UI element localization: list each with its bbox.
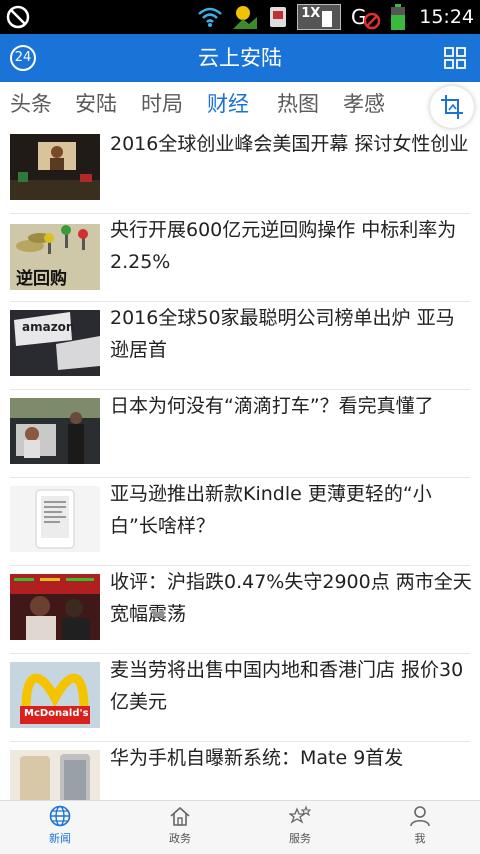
category-tabs: 头条 安陆 时局 财经 热图 孝感 — [0, 82, 480, 126]
news-title: 央行开展600亿元逆回购操作 中标利率为2.25% — [110, 219, 457, 273]
app-header: 24 云上安陆 — [0, 34, 480, 82]
sim-indicator: 1X — [297, 4, 342, 30]
tab-headlines[interactable]: 头条 — [10, 88, 52, 118]
news-item[interactable]: 亚马逊推出新款Kindle 更薄更轻的“小白”长啥样？ — [10, 478, 470, 565]
user-icon — [410, 806, 430, 827]
tab-xiaogan[interactable]: 孝感 — [343, 88, 385, 118]
globe-icon — [49, 805, 71, 827]
amazon-logo: amazon — [10, 310, 100, 376]
tab-anlu[interactable]: 安陆 — [75, 88, 117, 118]
tab-current-affairs[interactable]: 时局 — [141, 88, 183, 118]
coins-icon: 逆回购 — [10, 224, 100, 290]
stars-icon — [289, 805, 311, 824]
news-title: 收评：沪指跌0.47%失守2900点 两市全天宽幅震荡 — [110, 571, 472, 625]
news-list: 2016全球创业峰会美国开幕 探讨女性创业 逆回购 央行开展600亿元逆回购操作… — [0, 126, 480, 800]
gps-off-icon: G — [351, 5, 381, 30]
news-item[interactable]: McDonald's 麦当劳将出售中国内地和香港门店 报价30亿美元 — [10, 654, 470, 741]
trader-icon — [10, 574, 100, 640]
bottom-nav: 新闻 政务 服务 我 — [0, 800, 480, 854]
phone-icon — [10, 750, 100, 800]
news-title: 2016全球创业峰会美国开幕 探讨女性创业 — [110, 133, 469, 155]
news-title: 麦当劳将出售中国内地和香港门店 报价30亿美元 — [110, 659, 464, 713]
nav-services[interactable]: 服务 — [260, 805, 340, 846]
news-title: 华为手机自曝新系统：Mate 9首发 — [110, 747, 404, 769]
nav-label: 新闻 — [49, 832, 71, 845]
news-item[interactable]: 华为手机自曝新系统：Mate 9首发 — [10, 742, 470, 800]
thumb-caption: 逆回购 — [16, 269, 67, 289]
nav-me[interactable]: 我 — [380, 805, 460, 846]
wifi-icon — [198, 7, 223, 27]
news-title: 亚马逊推出新款Kindle 更薄更轻的“小白”长啥样？ — [110, 483, 432, 537]
mcdonalds-logo: McDonald's — [10, 662, 100, 728]
news-item[interactable]: amazon 2016全球50家最聪明公司榜单出炉 亚马逊居首 — [10, 302, 470, 389]
channel-edit-button[interactable] — [430, 86, 474, 128]
status-bar: 1X G 15:24 — [0, 0, 480, 34]
thumb-caption: amazon — [22, 320, 75, 334]
news-item[interactable]: 收评：沪指跌0.47%失守2900点 两市全天宽幅震荡 — [10, 566, 472, 653]
news-title: 日本为何没有“滴滴打车”？看完真懂了 — [110, 395, 434, 417]
news-title: 2016全球50家最聪明公司榜单出炉 亚马逊居首 — [110, 307, 455, 361]
weather-icon — [233, 6, 258, 29]
tab-hot-pictures[interactable]: 热图 — [277, 88, 319, 118]
grid-menu-icon[interactable] — [444, 47, 466, 69]
car-icon — [10, 398, 100, 464]
svg-text:G: G — [351, 5, 367, 29]
page-title: 云上安陆 — [198, 46, 282, 70]
sim-label: 1X — [301, 6, 321, 21]
nav-government[interactable]: 政务 — [140, 805, 220, 846]
news-item[interactable]: 2016全球创业峰会美国开幕 探讨女性创业 — [10, 126, 470, 213]
nav-news[interactable]: 新闻 — [20, 805, 100, 846]
news-item[interactable]: 日本为何没有“滴滴打车”？看完真懂了 — [10, 390, 470, 477]
home-icon — [170, 806, 190, 826]
nav-label: 我 — [414, 832, 426, 845]
no-sim-icon — [6, 5, 30, 29]
tab-finance[interactable]: 财经 — [207, 88, 249, 118]
kindle-icon — [10, 486, 100, 552]
battery-saver-icon — [270, 7, 287, 27]
news-item[interactable]: 逆回购 央行开展600亿元逆回购操作 中标利率为2.25% — [10, 214, 470, 301]
nav-label: 服务 — [289, 832, 311, 845]
thumb-caption: McDonald's — [24, 708, 89, 719]
stage-icon — [10, 134, 100, 200]
clock: 15:24 — [419, 6, 474, 28]
nav-label: 政务 — [169, 832, 191, 845]
battery-icon — [391, 4, 406, 30]
channel-edit-icon — [441, 95, 463, 119]
